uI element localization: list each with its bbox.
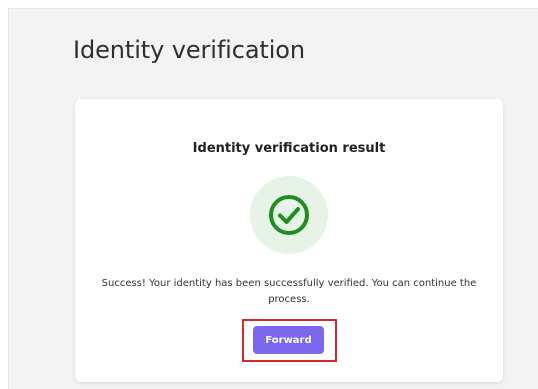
success-icon-badge bbox=[250, 176, 328, 254]
page-background: Identity verification Identity verificat… bbox=[8, 8, 538, 389]
check-circle-icon bbox=[269, 195, 309, 235]
success-message: Success! Your identity has been successf… bbox=[101, 278, 477, 305]
verification-result-card: Identity verification result Success! Yo… bbox=[75, 99, 503, 382]
page-title: Identity verification bbox=[73, 36, 306, 64]
forward-button[interactable]: Forward bbox=[253, 326, 324, 354]
card-title: Identity verification result bbox=[192, 141, 386, 156]
